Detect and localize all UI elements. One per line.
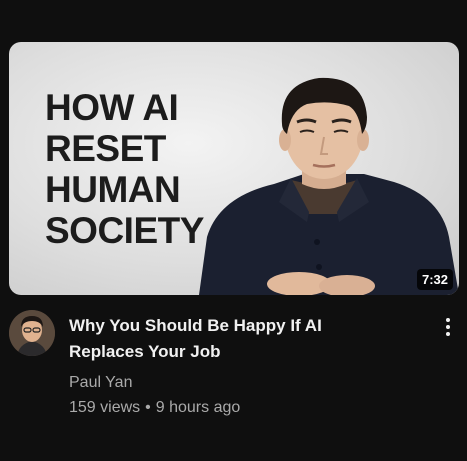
kebab-dot	[446, 332, 450, 336]
kebab-dot	[446, 318, 450, 322]
video-thumbnail[interactable]: HOW AI RESET HUMAN SOCIETY 7:32	[9, 42, 459, 295]
video-title-line: Replaces Your Job	[69, 342, 221, 361]
video-card: HOW AI RESET HUMAN SOCIETY 7:32 Why You …	[0, 0, 467, 461]
kebab-dot	[446, 325, 450, 329]
video-title[interactable]: Why You Should Be Happy If AI Replaces Y…	[69, 313, 409, 365]
thumbnail-person-image	[199, 77, 459, 295]
channel-name[interactable]: Paul Yan	[69, 374, 132, 392]
video-title-line: Why You Should Be Happy If AI	[69, 316, 322, 335]
metadata-separator: •	[145, 399, 151, 416]
channel-avatar[interactable]	[9, 310, 55, 356]
video-metadata: 159 views • 9 hours ago	[69, 399, 240, 417]
upload-age: 9 hours ago	[155, 399, 241, 416]
more-vert-icon[interactable]	[437, 314, 459, 340]
video-duration-badge: 7:32	[416, 269, 453, 290]
view-count: 159 views	[69, 399, 141, 416]
channel-avatar-image	[9, 310, 55, 356]
